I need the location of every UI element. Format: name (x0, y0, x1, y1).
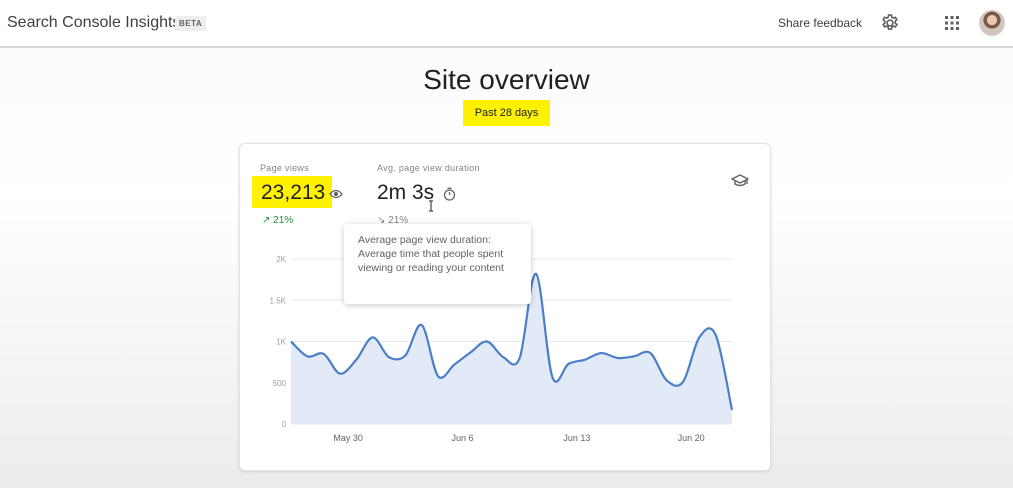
text-cursor-icon (429, 200, 433, 212)
tooltip-text: Average page view duration: Average time… (358, 234, 504, 274)
y-tick-label: 2K (276, 255, 286, 264)
top-app-bar: Search Console Insights BETA Share feedb… (0, 0, 1013, 48)
apps-grid-icon[interactable] (944, 15, 960, 31)
gear-icon[interactable] (880, 13, 900, 33)
page-title: Site overview (423, 64, 590, 95)
x-tick-label: May 30 (333, 433, 363, 443)
avg-duration-value[interactable]: 2m 3s (377, 181, 434, 205)
eye-icon (329, 189, 343, 199)
share-feedback-button[interactable]: Share feedback (778, 16, 862, 30)
y-tick-label: 1K (276, 338, 286, 347)
avatar[interactable] (979, 10, 1005, 36)
app-title[interactable]: Search Console Insights (7, 14, 180, 32)
page-views-value[interactable]: 23,213 (261, 181, 325, 205)
metric-tooltip: Average page view duration: Average time… (344, 224, 531, 304)
avg-duration-label: Avg. page view duration (377, 163, 480, 173)
y-tick-label: 500 (273, 379, 287, 388)
y-tick-label: 1.5K (270, 296, 287, 305)
page-views-change: ↗ 21% (262, 215, 293, 226)
trend-up-icon: ↗ (262, 215, 274, 226)
page-views-label: Page views (260, 163, 310, 173)
x-tick-label: Jun 20 (678, 433, 705, 443)
x-tick-label: Jun 13 (563, 433, 590, 443)
date-range-selector[interactable]: Past 28 days (463, 100, 550, 126)
page-views-change-value: 21% (273, 215, 294, 226)
beta-badge: BETA (175, 16, 207, 31)
y-tick-label: 0 (282, 420, 287, 429)
timer-icon (443, 187, 456, 201)
site-overview-card: Page views Avg. page view duration 23,21… (239, 143, 771, 471)
school-hat-icon[interactable] (731, 174, 749, 188)
x-tick-label: Jun 6 (451, 433, 473, 443)
